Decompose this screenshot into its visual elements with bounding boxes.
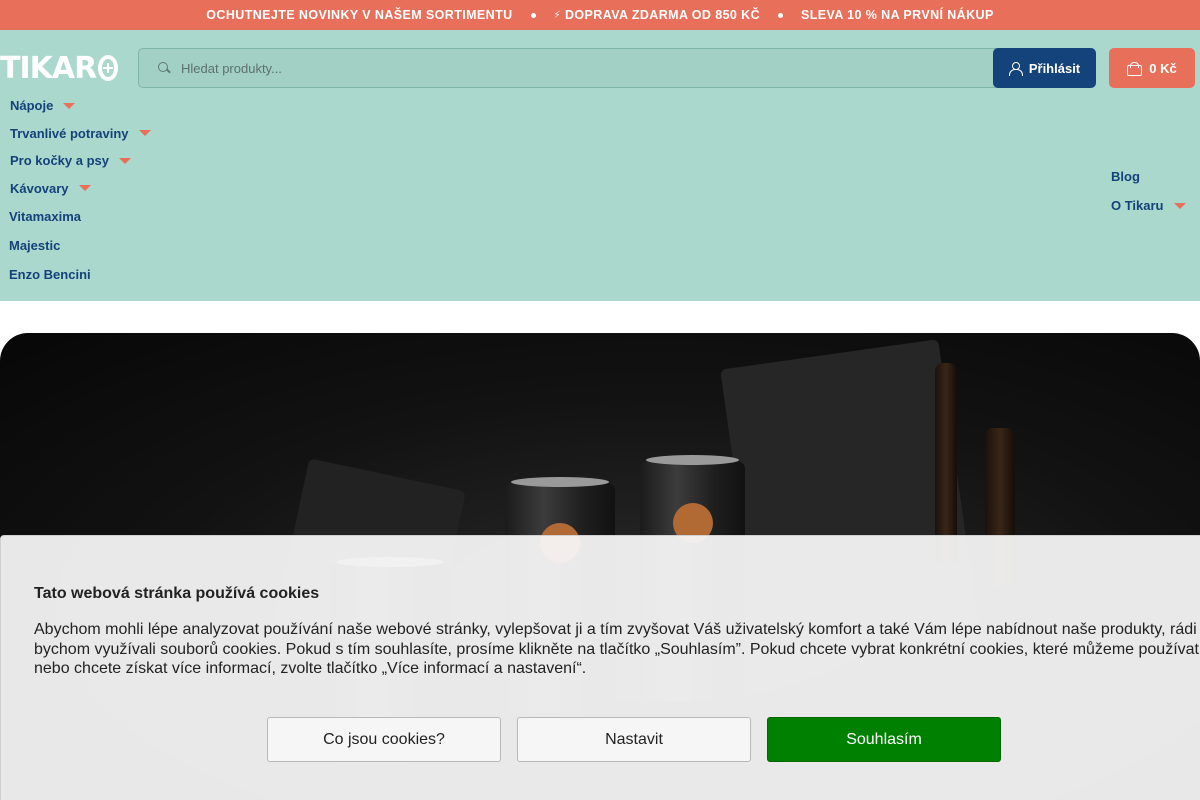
search-box[interactable]	[138, 48, 998, 88]
promo-bar: OCHUTNEJTE NOVINKY V NAŠEM SORTIMENTU ⚡ …	[0, 0, 1200, 30]
cookie-settings-button[interactable]: Nastavit	[517, 717, 751, 762]
caret-down-icon	[119, 157, 131, 164]
bottle-image	[935, 363, 957, 563]
nav-item-label: Majestic	[9, 238, 61, 253]
cart-button[interactable]: 0 Kč	[1109, 48, 1195, 88]
nav-item-trvanlive-potraviny[interactable]: Trvanlivé potraviny	[0, 120, 151, 148]
nav-item-enzo-bencini[interactable]: Enzo Bencini	[0, 260, 151, 289]
login-label: Přihlásit	[1028, 60, 1081, 76]
nav-item-label: Nápoje	[10, 98, 54, 114]
nav-item-o-tikaru[interactable]: O Tikaru	[1111, 191, 1186, 220]
cookie-text: Abychom mohli lépe analyzovat používání …	[34, 621, 1200, 677]
promo-item: DOPRAVA ZDARMA OD 850 KČ	[564, 8, 761, 22]
caret-down-icon	[138, 130, 151, 137]
caret-down-icon	[78, 185, 91, 192]
cart-icon	[1127, 62, 1143, 76]
secondary-nav: Blog O Tikaru	[1111, 162, 1186, 220]
site-logo[interactable]: TIKAR	[0, 50, 118, 86]
nav-item-label: Trvanlivé potraviny	[10, 125, 129, 141]
nav-item-label: Blog	[1111, 169, 1140, 184]
cookie-consent-banner: Tato webová stránka používá cookies Abyc…	[0, 535, 1200, 800]
nav-item-pro-kocky-a-psy[interactable]: Pro kočky a psy	[0, 147, 151, 175]
nav-item-kavovary[interactable]: Kávovary	[0, 175, 151, 203]
search-input[interactable]	[181, 60, 961, 76]
cart-total: 0 Kč	[1149, 60, 1177, 76]
site-header: TIKAR Přihlásit 0 Kč Nápoje Trvanlivé po…	[0, 30, 1200, 301]
search-icon	[157, 61, 171, 75]
bullet-separator	[778, 12, 784, 18]
lightning-icon: ⚡	[553, 9, 561, 21]
nav-item-label: Pro kočky a psy	[10, 153, 109, 169]
login-button[interactable]: Přihlásit	[993, 48, 1096, 88]
nav-item-vitamaxima[interactable]: Vitamaxima	[0, 202, 151, 231]
nav-item-blog[interactable]: Blog	[1111, 162, 1186, 191]
cookie-accept-button[interactable]: Souhlasím	[767, 717, 1001, 762]
cookie-title: Tato webová stránka používá cookies	[34, 585, 320, 602]
bullet-separator	[530, 12, 536, 18]
nav-item-label: Kávovary	[10, 180, 69, 196]
promo-item: OCHUTNEJTE NOVINKY V NAŠEM SORTIMENTU	[206, 8, 513, 22]
cookie-info-button[interactable]: Co jsou cookies?	[267, 717, 501, 762]
nav-item-label: Vitamaxima	[9, 209, 82, 224]
user-icon	[1008, 61, 1023, 76]
promo-item: SLEVA 10 % NA PRVNÍ NÁKUP	[801, 8, 994, 22]
main-nav: Nápoje Trvanlivé potraviny Pro kočky a p…	[0, 92, 151, 289]
nav-item-label: O Tikaru	[1111, 198, 1164, 213]
nav-item-majestic[interactable]: Majestic	[0, 231, 151, 260]
nav-item-label: Enzo Bencini	[9, 267, 91, 282]
caret-down-icon	[1173, 202, 1186, 209]
caret-down-icon	[63, 102, 76, 109]
nav-item-napoje[interactable]: Nápoje	[0, 92, 151, 120]
logo-wheel-icon	[98, 55, 118, 81]
logo-text: TIKAR	[0, 50, 97, 86]
